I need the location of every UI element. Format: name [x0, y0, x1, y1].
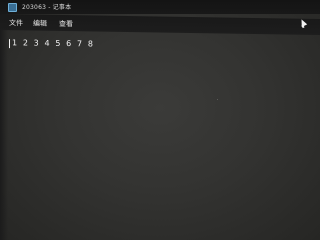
menu-view[interactable]: 查看: [59, 19, 73, 29]
notepad-icon: [8, 3, 17, 12]
menu-edit[interactable]: 编辑: [33, 19, 47, 29]
text-caret: [9, 39, 10, 49]
editor-text: 1 2 3 4 5 6 7 8: [12, 38, 95, 49]
window-title: 203063 - 记事本: [22, 4, 72, 11]
menu-file[interactable]: 文件: [9, 18, 23, 28]
title-bar[interactable]: 203063 - 记事本: [0, 0, 320, 14]
text-editor-area[interactable]: 1 2 3 4 5 6 7 8: [0, 30, 320, 240]
screen-speck: [217, 99, 218, 100]
notepad-window: 203063 - 记事本 文件 编辑 查看 1 2 3 4 5 6 7 8: [0, 0, 320, 240]
